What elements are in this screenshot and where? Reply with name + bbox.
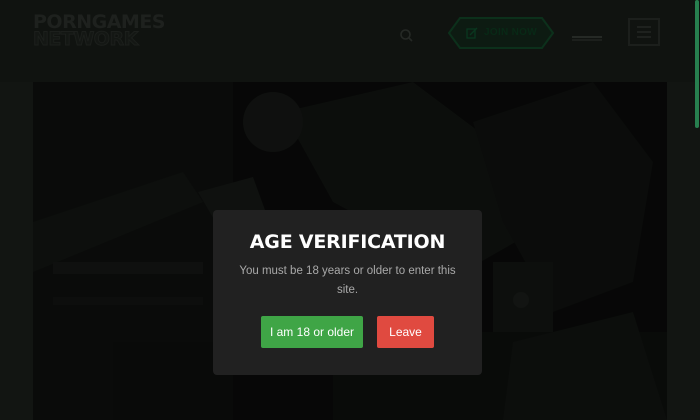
confirm-age-button[interactable]: I am 18 or older: [261, 316, 363, 348]
leave-button[interactable]: Leave: [377, 316, 434, 348]
age-verification-modal: AGE VERIFICATION You must be 18 years or…: [213, 210, 482, 375]
modal-title: AGE VERIFICATION: [249, 231, 446, 253]
page: PORNGAMES NETWORK JOIN NOW AGE VERIFICAT…: [0, 0, 700, 420]
modal-message: You must be 18 years or older to enter t…: [239, 265, 456, 296]
